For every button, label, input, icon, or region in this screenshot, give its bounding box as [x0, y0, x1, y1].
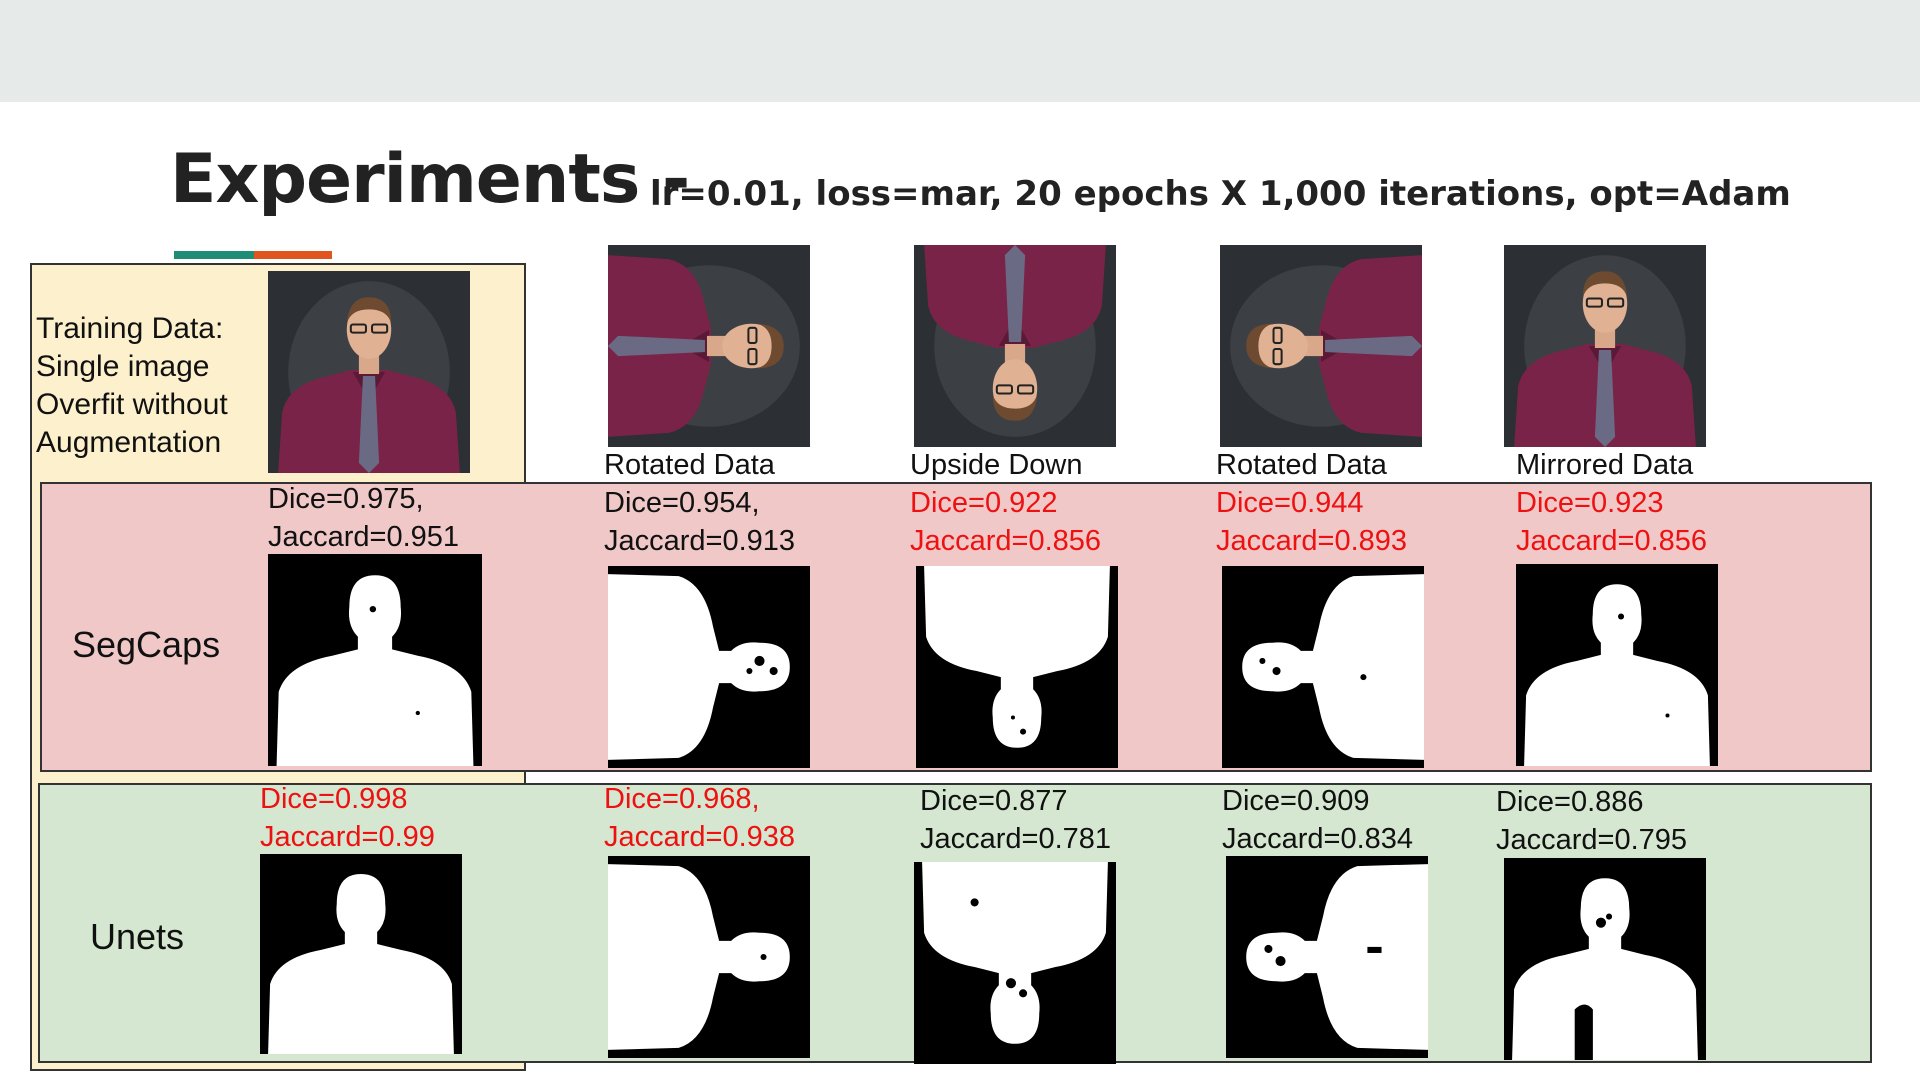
unets-mask: [1504, 858, 1706, 1060]
slide-subtitle: lr=0.01, loss=mar, 20 epochs X 1,000 ite…: [650, 174, 1791, 214]
unets-score: Dice=0.877 Jaccard=0.781: [920, 782, 1111, 858]
upside-down-image: [914, 245, 1116, 447]
dice-score: Dice=0.944: [1216, 487, 1364, 519]
segcaps-mask: [268, 554, 482, 766]
unets-score: Dice=0.968, Jaccard=0.938: [604, 780, 795, 856]
dice-score: Dice=0.954,: [604, 487, 760, 519]
jaccard-score: Jaccard=0.781: [920, 823, 1112, 855]
training-line: Training Data:: [36, 312, 224, 345]
unets-mask: [608, 856, 810, 1058]
jaccard-score: Jaccard=0.938: [604, 821, 796, 853]
column-header-rotated: Rotated Data: [604, 449, 775, 481]
rotated-left-image: [608, 245, 810, 447]
column-header-upside-down: Upside Down: [910, 449, 1083, 481]
dice-score: Dice=0.968,: [604, 783, 760, 815]
unets-score: Dice=0.886 Jaccard=0.795: [1496, 783, 1687, 859]
unets-score: Dice=0.909 Jaccard=0.834: [1222, 782, 1413, 858]
segcaps-score: Dice=0.954, Jaccard=0.913: [604, 484, 795, 560]
segcaps-score: Dice=0.975, Jaccard=0.951: [268, 480, 459, 556]
segcaps-mask: [916, 566, 1118, 768]
column-header-rotated: Rotated Data: [1216, 449, 1387, 481]
segcaps-mask: [1516, 564, 1718, 766]
jaccard-score: Jaccard=0.795: [1496, 824, 1688, 856]
segcaps-mask: [608, 566, 810, 768]
jaccard-score: Jaccard=0.913: [604, 525, 796, 557]
training-image: [268, 271, 470, 473]
segcaps-mask: [1222, 566, 1424, 768]
unets-mask: [260, 854, 462, 1054]
segcaps-row-label: SegCaps: [72, 624, 221, 665]
column-header-mirrored: Mirrored Data: [1516, 449, 1694, 481]
dice-score: Dice=0.886: [1496, 786, 1644, 818]
rotated-right-image: [1220, 245, 1422, 447]
dice-score: Dice=0.909: [1222, 785, 1370, 817]
jaccard-score: Jaccard=0.893: [1216, 525, 1408, 557]
training-line: Augmentation: [36, 426, 222, 459]
jaccard-score: Jaccard=0.99: [260, 821, 435, 853]
unets-mask: [1226, 856, 1428, 1058]
top-banner: [0, 0, 1920, 102]
segcaps-score: Dice=0.923 Jaccard=0.856: [1516, 484, 1707, 560]
accent-bar-orange: [254, 251, 332, 259]
dice-score: Dice=0.923: [1516, 487, 1664, 519]
dice-score: Dice=0.877: [920, 785, 1068, 817]
dice-score: Dice=0.922: [910, 487, 1058, 519]
segcaps-score: Dice=0.922 Jaccard=0.856: [910, 484, 1101, 560]
training-line: Single image: [36, 350, 210, 383]
unets-score: Dice=0.998 Jaccard=0.99: [260, 780, 435, 856]
unets-row-label: Unets: [90, 916, 185, 957]
mirrored-image: [1504, 245, 1706, 447]
dice-score: Dice=0.998: [260, 783, 408, 815]
jaccard-score: Jaccard=0.951: [268, 521, 460, 553]
jaccard-score: Jaccard=0.856: [1516, 525, 1708, 557]
dice-score: Dice=0.975,: [268, 483, 424, 515]
unets-mask: [914, 862, 1116, 1064]
slide-title: Experiments -: [170, 140, 690, 219]
segcaps-score: Dice=0.944 Jaccard=0.893: [1216, 484, 1407, 560]
jaccard-score: Jaccard=0.834: [1222, 823, 1414, 855]
training-line: Overfit without: [36, 388, 228, 421]
jaccard-score: Jaccard=0.856: [910, 525, 1102, 557]
training-data-description: Training Data: Single image Overfit with…: [36, 310, 228, 462]
accent-bar-teal: [174, 251, 254, 259]
